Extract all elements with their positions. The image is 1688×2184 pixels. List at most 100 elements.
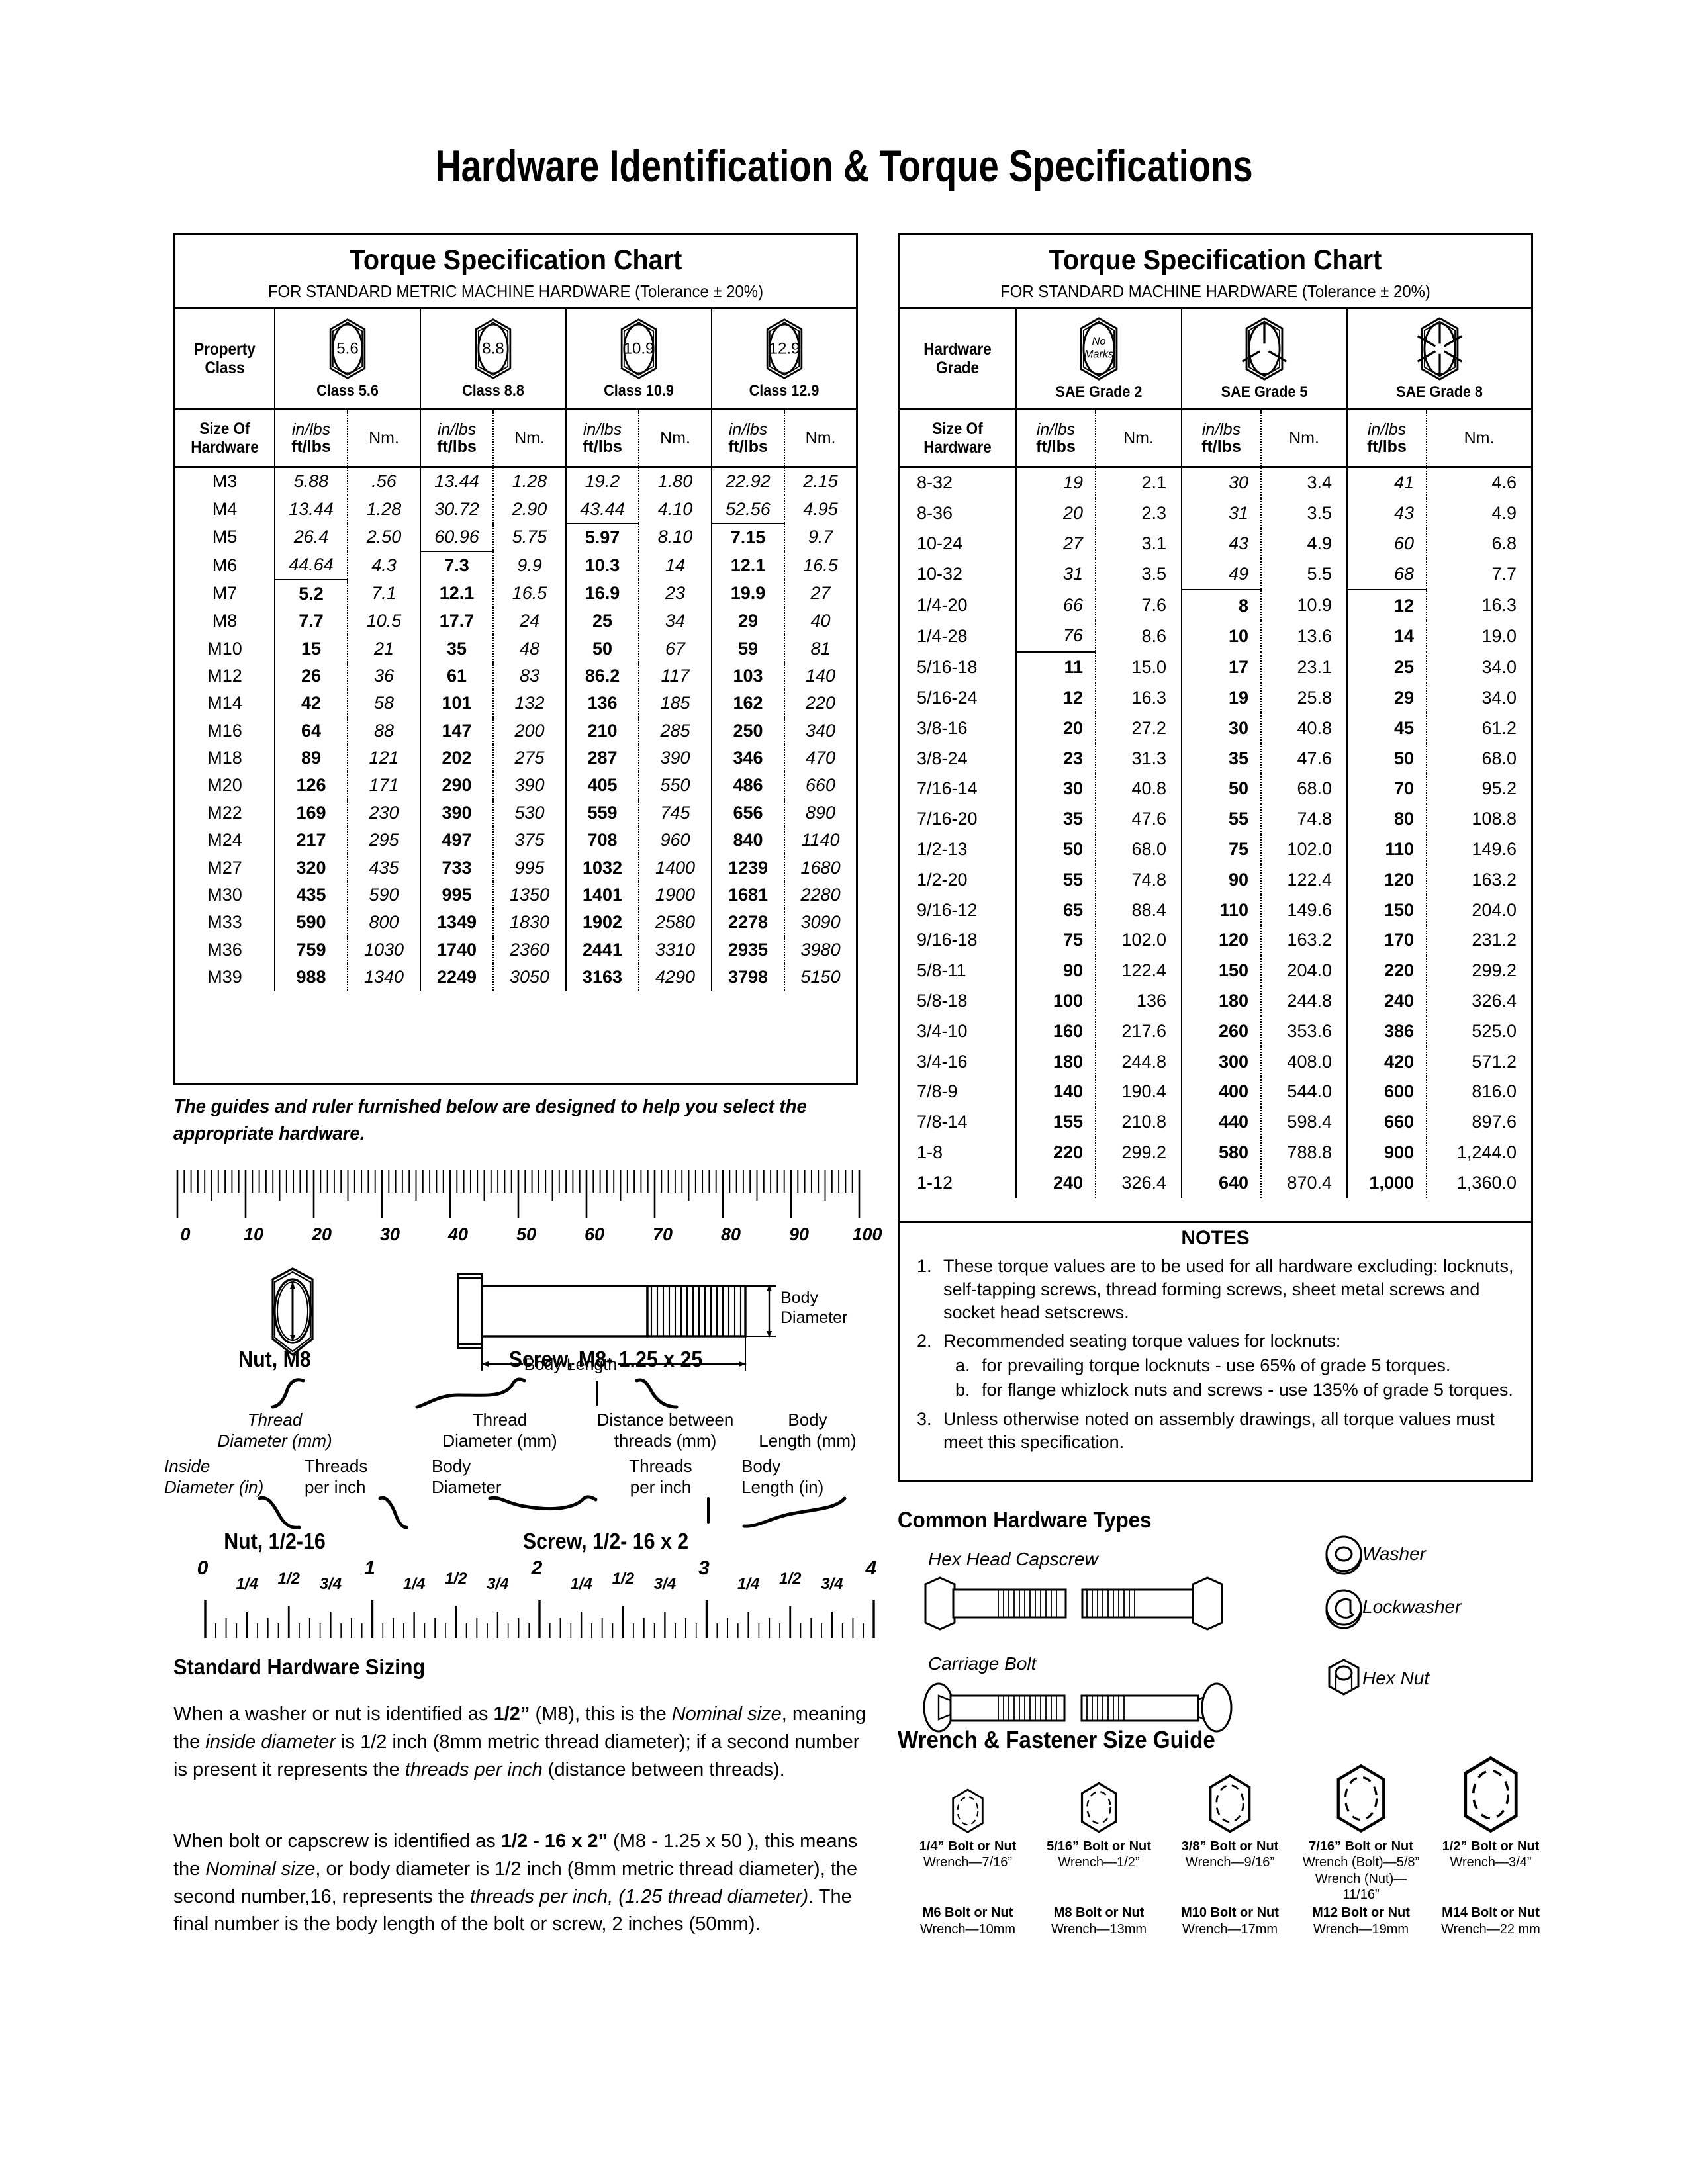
hex-head-capscrew-icon xyxy=(924,1576,1223,1631)
sae-table-title: Torque Specification Chart xyxy=(1049,244,1382,276)
sae-unit-inlbs-ftlbs: in/lbs ft/lbs xyxy=(1015,409,1096,468)
metric-nm-cell: 1.80 xyxy=(638,467,712,496)
table-row: 7/16-14 30 40.8 50 68.0 70 95.2 xyxy=(900,773,1531,804)
metric-torque-cell: 50 xyxy=(565,635,639,662)
sae-size-cell: 1/4-28 xyxy=(917,625,968,646)
sae-torque-cell: 90 xyxy=(1015,955,1096,986)
metric-nm-cell: 340 xyxy=(784,717,857,745)
metric-size-cell: M39 xyxy=(207,967,242,987)
metric-torque-cell: 60.96 xyxy=(420,523,494,553)
body-diameter-label-line2: Diameter xyxy=(780,1308,847,1327)
metric-nm-cell: 67 xyxy=(638,635,712,662)
sae-torque-cell: 240 xyxy=(1015,1167,1096,1199)
metric-nm-cell: 7.1 xyxy=(346,579,421,608)
metric-torque-cell: 147 xyxy=(420,717,494,745)
inch-ruler-fraction-label: 3/4 xyxy=(320,1575,342,1593)
wrench-imperial-label-5: 1/2” Bolt or Nut Wrench—3/4” xyxy=(1431,1839,1550,1871)
sae-nm-cell: 47.6 xyxy=(1260,743,1347,774)
metric-table-title: Torque Specification Chart xyxy=(349,244,682,276)
sae-nm-cell: 231.2 xyxy=(1426,925,1531,956)
inch-ruler-whole-label: 0 xyxy=(197,1557,209,1579)
inch-ruler-fraction-label: 1/4 xyxy=(737,1575,759,1593)
wrench-imperial-label-1: 1/4” Bolt or Nut Wrench—7/16” xyxy=(908,1839,1027,1871)
metric-torque-cell: 5.88 xyxy=(274,467,348,496)
sae-unit-nm: Nm. xyxy=(1095,409,1182,468)
sae-torque-cell: 35 xyxy=(1015,803,1096,835)
sae-nm-cell: 108.8 xyxy=(1426,803,1531,835)
sae-nm-cell: 1,244.0 xyxy=(1426,1137,1531,1168)
metric-torque-cell: 5.97 xyxy=(565,523,639,552)
table-row: 8-32 19 2.1 30 3.4 41 4.6 xyxy=(900,467,1531,498)
metric-nm-cell: 185 xyxy=(638,690,712,717)
metric-nm-cell: 995 xyxy=(492,854,567,882)
metric-size-cell: M36 xyxy=(207,939,242,960)
sae-nm-cell: 4.6 xyxy=(1426,467,1531,498)
sae-torque-cell: 240 xyxy=(1346,985,1427,1017)
metric-nm-cell: 1340 xyxy=(346,964,421,991)
sae-size-of-hardware-label: Size Of Hardware xyxy=(900,409,1016,468)
metric-torque-cell: 346 xyxy=(711,744,785,772)
metric-torque-cell: 136 xyxy=(565,690,639,717)
metric-nm-cell: 390 xyxy=(638,744,712,772)
metric-nm-cell: 435 xyxy=(346,854,421,882)
metric-nm-cell: 83 xyxy=(492,662,567,690)
screw-metric-thread-label: Thread Diameter (mm) xyxy=(442,1410,557,1451)
sae-nm-cell: 8.6 xyxy=(1095,620,1182,652)
metric-torque-cell: 13.44 xyxy=(420,467,494,496)
sae-nm-cell: 408.0 xyxy=(1260,1046,1347,1077)
mm-ruler-tick-label: 60 xyxy=(584,1224,605,1244)
sae-torque-cell: 12 xyxy=(1346,590,1427,621)
sae-size-cell: 1-12 xyxy=(917,1172,953,1193)
wrench-size: 3/8” Bolt or Nut xyxy=(1181,1839,1279,1854)
metric-nm-cell: 8.10 xyxy=(638,523,712,552)
sae-nm-cell: 5.5 xyxy=(1260,559,1347,590)
sae-grade-header-1: No Marks SAE Grade 2 xyxy=(1015,308,1182,410)
table-row: M8 7.7 10.5 17.7 24 25 34 29 40 xyxy=(175,607,857,635)
table-row: M27 320 435 733 995 1032 1400 1239 1680 xyxy=(175,854,857,882)
metric-nm-cell: 117 xyxy=(638,662,712,690)
sae-torque-cell: 8 xyxy=(1181,590,1261,621)
brace-connectors-inch xyxy=(258,1495,847,1529)
metric-nm-cell: 2280 xyxy=(784,881,857,909)
metric-torque-cell: 10.3 xyxy=(565,551,639,580)
metric-torque-cell: 390 xyxy=(420,799,494,827)
table-row: 3/8-16 20 27.2 30 40.8 45 61.2 xyxy=(900,713,1531,744)
metric-torque-cell: 202 xyxy=(420,744,494,772)
metric-torque-cell: 17.7 xyxy=(420,607,494,635)
sae-nm-cell: 3.5 xyxy=(1260,498,1347,529)
sae-torque-cell: 150 xyxy=(1181,955,1261,986)
wrench-spec: Wrench—10mm xyxy=(919,1922,1016,1936)
metric-nm-cell: 295 xyxy=(346,827,421,854)
metric-nm-cell: 121 xyxy=(346,744,421,772)
sae-nm-cell: 870.4 xyxy=(1260,1167,1347,1199)
sae-torque-cell: 35 xyxy=(1181,743,1261,774)
metric-size-cell: M24 xyxy=(207,830,242,850)
metric-nm-cell: 2580 xyxy=(638,909,712,936)
sae-torque-cell: 75 xyxy=(1015,925,1096,956)
inch-ruler-fraction-label: 1/4 xyxy=(403,1575,425,1593)
metric-nm-cell: 36 xyxy=(346,662,421,690)
metric-torque-cell: 43.44 xyxy=(565,495,639,524)
table-row: 9/16-18 75 102.0 120 163.2 170 231.2 xyxy=(900,925,1531,956)
metric-nm-cell: 890 xyxy=(784,799,857,827)
inch-ruler-whole-label: 4 xyxy=(865,1557,877,1579)
table-row: M4 13.44 1.28 30.72 2.90 43.44 4.10 52.56 4.95 xyxy=(175,495,857,524)
inch-ruler-whole-label: 3 xyxy=(698,1557,710,1579)
metric-nm-cell: 1350 xyxy=(492,881,567,909)
table-row: 1/2-20 55 74.8 90 122.4 120 163.2 xyxy=(900,864,1531,895)
metric-torque-cell: 559 xyxy=(565,799,639,827)
sae-nm-cell: 204.0 xyxy=(1260,955,1347,986)
metric-nm-cell: 4.3 xyxy=(346,551,421,580)
metric-size-cell: M7 xyxy=(212,583,238,604)
mm-ruler-tick-label: 100 xyxy=(852,1224,882,1244)
svg-text:Marks: Marks xyxy=(1084,348,1113,360)
sae-torque-cell: 19 xyxy=(1015,467,1096,498)
sae-torque-cell: 10 xyxy=(1181,620,1261,652)
metric-unit-inlbs-ftlbs: in/lbs ft/lbs xyxy=(711,409,785,468)
sae-torque-cell: 49 xyxy=(1181,559,1261,591)
metric-torque-cell: 733 xyxy=(420,854,494,882)
metric-torque-cell: 435 xyxy=(274,881,348,909)
wrench-imperial-label-4: 7/16” Bolt or Nut Wrench (Bolt)—5/8” Wrenc… xyxy=(1301,1839,1421,1903)
sae-nm-cell: 3.1 xyxy=(1095,528,1182,559)
page-root: Hardware Identification & Torque Specifi… xyxy=(0,0,1688,2184)
